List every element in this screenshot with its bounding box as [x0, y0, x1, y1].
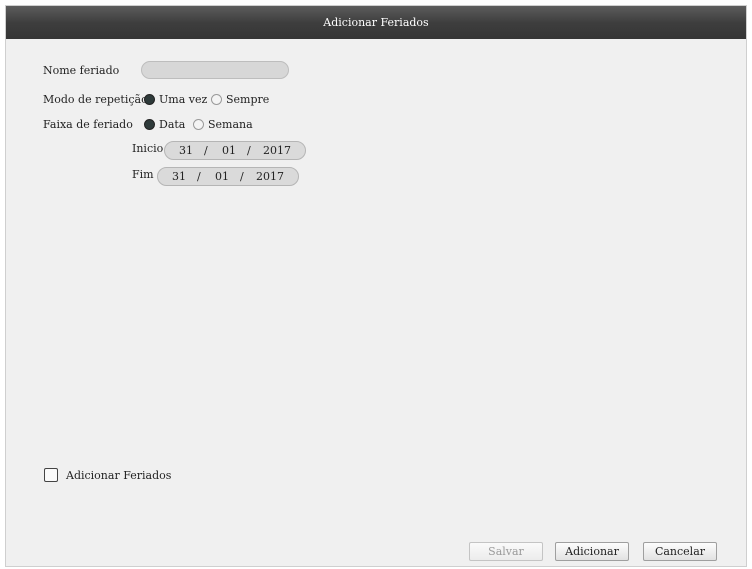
range-date-radio[interactable]	[144, 119, 155, 130]
range-date-label[interactable]: Data	[159, 118, 185, 131]
end-day[interactable]: 31	[172, 168, 186, 185]
start-day[interactable]: 31	[179, 142, 193, 159]
end-month[interactable]: 01	[215, 168, 229, 185]
save-button[interactable]: Salvar	[469, 542, 543, 561]
holiday-name-label: Nome feriado	[43, 64, 120, 77]
start-date-field[interactable]: 31 / 01 / 2017	[164, 141, 306, 160]
end-date-label: Fim	[132, 168, 154, 181]
cancel-button[interactable]: Cancelar	[643, 542, 717, 561]
holiday-name-input[interactable]	[141, 61, 289, 79]
repeat-once-label[interactable]: Uma vez	[159, 93, 207, 106]
end-year[interactable]: 2017	[256, 168, 284, 185]
holiday-range-label: Faixa de feriado	[43, 118, 133, 131]
date-separator: /	[240, 170, 244, 183]
repeat-once-radio[interactable]	[144, 94, 155, 105]
range-week-label[interactable]: Semana	[208, 118, 253, 131]
date-separator: /	[247, 144, 251, 157]
repeat-mode-label: Modo de repetição	[43, 93, 148, 106]
start-year[interactable]: 2017	[263, 142, 291, 159]
end-date-field[interactable]: 31 / 01 / 2017	[157, 167, 299, 186]
date-separator: /	[197, 170, 201, 183]
add-holidays-checkbox-label[interactable]: Adicionar Feriados	[66, 469, 171, 482]
repeat-always-label[interactable]: Sempre	[226, 93, 269, 106]
start-month[interactable]: 01	[222, 142, 236, 159]
add-holidays-dialog: Adicionar Feriados Nome feriado Modo de …	[5, 5, 747, 567]
dialog-title: Adicionar Feriados	[6, 6, 746, 39]
add-holidays-checkbox[interactable]	[44, 468, 58, 482]
add-button[interactable]: Adicionar	[555, 542, 629, 561]
range-week-radio[interactable]	[193, 119, 204, 130]
start-date-label: Inicio	[132, 142, 164, 155]
repeat-always-radio[interactable]	[211, 94, 222, 105]
date-separator: /	[204, 144, 208, 157]
